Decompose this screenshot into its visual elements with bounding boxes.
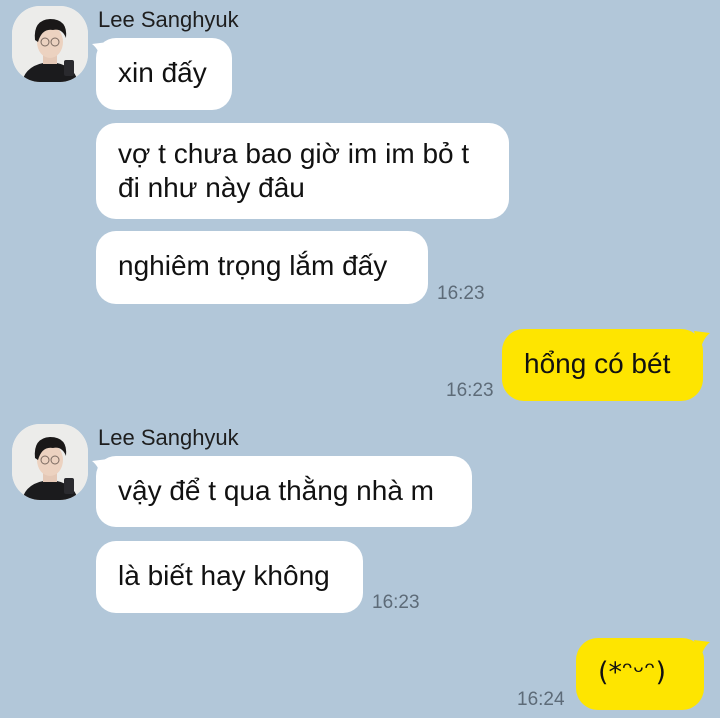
contact-avatar[interactable] bbox=[12, 424, 88, 500]
incoming-message-bubble[interactable]: vợ t chưa bao giờ im im bỏ t đi như này … bbox=[96, 123, 509, 219]
sender-name: Lee Sanghyuk bbox=[98, 425, 239, 450]
message-timestamp: 16:23 bbox=[437, 283, 485, 304]
bubble-tail bbox=[694, 640, 710, 662]
message-text: nghiêm trọng lắm đấy bbox=[118, 250, 388, 281]
message-text-line-2: đi như này đâu bbox=[118, 172, 305, 203]
contact-avatar[interactable] bbox=[12, 6, 88, 82]
incoming-message-bubble[interactable]: vậy để t qua thằng nhà m bbox=[96, 456, 472, 527]
message-timestamp: 16:23 bbox=[372, 592, 420, 613]
message-text: (*ᵔᵕᵔ) bbox=[598, 657, 667, 688]
bubble-tail bbox=[694, 331, 710, 353]
message-text-line-1: vợ t chưa bao giờ im im bỏ t bbox=[118, 138, 470, 169]
message-timestamp: 16:23 bbox=[446, 380, 494, 401]
incoming-message-bubble[interactable]: xin đấy bbox=[96, 38, 232, 110]
message-timestamp: 16:24 bbox=[517, 689, 565, 710]
incoming-message-bubble[interactable]: là biết hay không bbox=[96, 541, 363, 613]
message-text: xin đấy bbox=[118, 57, 207, 88]
message-text: là biết hay không bbox=[118, 560, 330, 591]
message-text: vậy để t qua thằng nhà m bbox=[118, 475, 434, 506]
sender-name: Lee Sanghyuk bbox=[98, 7, 239, 32]
incoming-message-bubble[interactable]: nghiêm trọng lắm đấy bbox=[96, 231, 428, 304]
profile-photo-avatar bbox=[12, 6, 88, 82]
outgoing-message-bubble[interactable]: hổng có bét bbox=[502, 329, 703, 401]
message-text: hổng có bét bbox=[524, 348, 671, 379]
outgoing-message-bubble[interactable]: (*ᵔᵕᵔ) bbox=[576, 638, 704, 710]
profile-photo-avatar bbox=[12, 424, 88, 500]
